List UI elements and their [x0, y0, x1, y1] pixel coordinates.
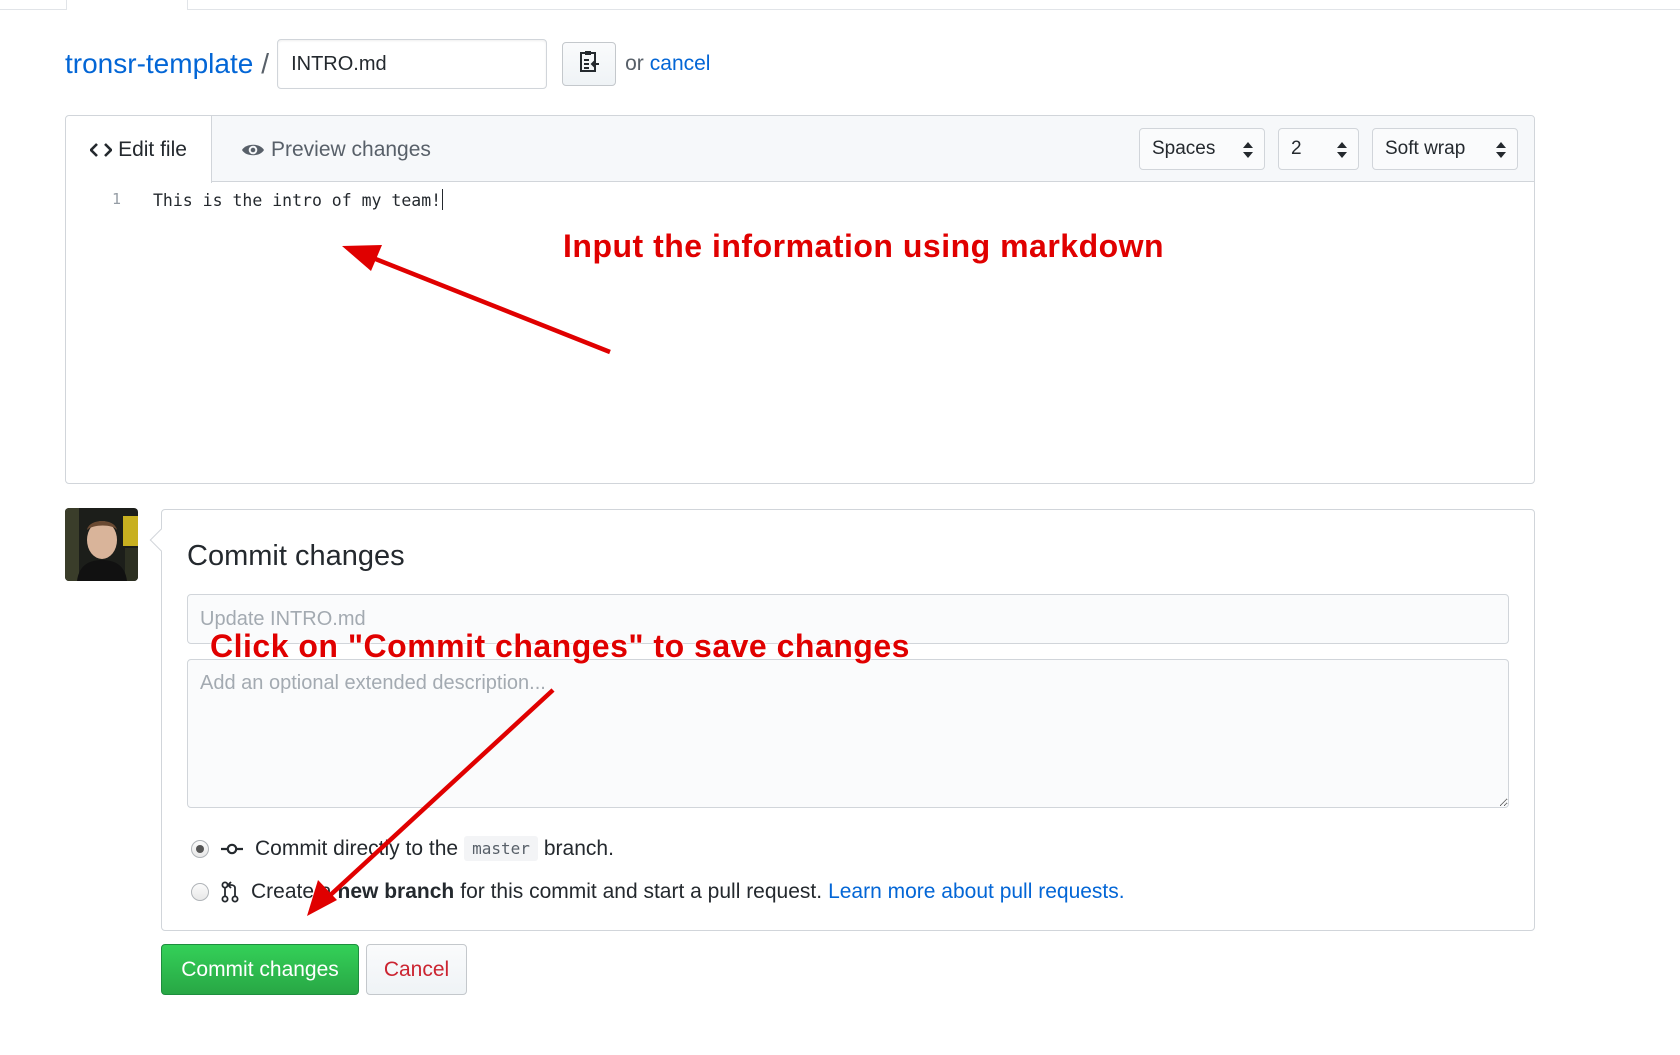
top-tab-border: [0, 0, 1680, 10]
annotation-commit-hint: Click on "Commit changes" to save change…: [210, 628, 910, 664]
line-number: 1: [112, 190, 122, 208]
new-branch-radio[interactable]: [191, 883, 209, 901]
indent-size-value: 2: [1291, 138, 1302, 159]
commit-direct-text: Commit directly to the: [255, 836, 459, 860]
file-editor: Edit file Preview changes Spaces 2 Soft …: [65, 115, 1535, 484]
git-pull-request-icon: [221, 881, 239, 903]
avatar[interactable]: [65, 508, 138, 581]
tab-preview-changes[interactable]: Preview changes: [241, 116, 431, 183]
text-cursor: [442, 189, 444, 210]
wrap-mode-select[interactable]: Soft wrap: [1372, 128, 1518, 170]
commit-direct-radio[interactable]: [191, 839, 209, 858]
commit-direct-option[interactable]: Commit directly to the master branch.: [191, 836, 614, 861]
clipboard-icon: [578, 50, 600, 79]
select-caret-icon: [1336, 141, 1348, 165]
editor-toolbar: Edit file Preview changes Spaces 2 Soft …: [66, 116, 1534, 183]
tab-label: Edit file: [118, 137, 187, 161]
breadcrumb: tronsr-template / or cancel: [65, 38, 710, 90]
breadcrumb-separator: /: [261, 48, 270, 79]
cancel-button[interactable]: Cancel: [366, 944, 467, 995]
new-branch-bold: new branch: [337, 880, 455, 903]
indent-size-select[interactable]: 2: [1278, 128, 1359, 170]
code-line[interactable]: This is the intro of my team!: [153, 189, 444, 210]
commit-changes-button[interactable]: Commit changes: [161, 944, 359, 995]
new-branch-option[interactable]: Create a new branch for this commit and …: [191, 880, 1125, 904]
or-text: or: [625, 52, 644, 75]
indent-mode-select[interactable]: Spaces: [1139, 128, 1265, 170]
commit-title: Commit changes: [187, 540, 405, 572]
new-branch-prefix: Create a: [251, 880, 332, 903]
tab-label: Preview changes: [271, 137, 431, 161]
git-commit-icon: [221, 843, 243, 855]
repo-link[interactable]: tronsr-template: [65, 48, 253, 80]
wrap-mode-value: Soft wrap: [1385, 138, 1466, 159]
select-caret-icon: [1495, 141, 1507, 165]
tab-edit-file[interactable]: Edit file: [66, 116, 212, 183]
commit-description-input[interactable]: [187, 659, 1509, 808]
code-icon: [90, 142, 113, 158]
new-branch-suffix: for this commit and start a pull request…: [460, 880, 823, 903]
copy-path-button[interactable]: [562, 42, 617, 86]
commit-direct-suffix: branch.: [543, 836, 614, 860]
select-caret-icon: [1242, 141, 1254, 165]
cancel-link[interactable]: cancel: [650, 52, 711, 76]
branch-name: master: [464, 836, 538, 861]
commit-form: Commit changes Commit directly to the ma…: [149, 509, 1535, 931]
annotation-editor-hint: Input the information using markdown: [563, 228, 1165, 264]
indent-mode-value: Spaces: [1152, 138, 1216, 159]
learn-more-link[interactable]: Learn more about pull requests.: [828, 880, 1125, 904]
eye-icon: [241, 142, 265, 158]
filename-input[interactable]: [277, 39, 548, 89]
